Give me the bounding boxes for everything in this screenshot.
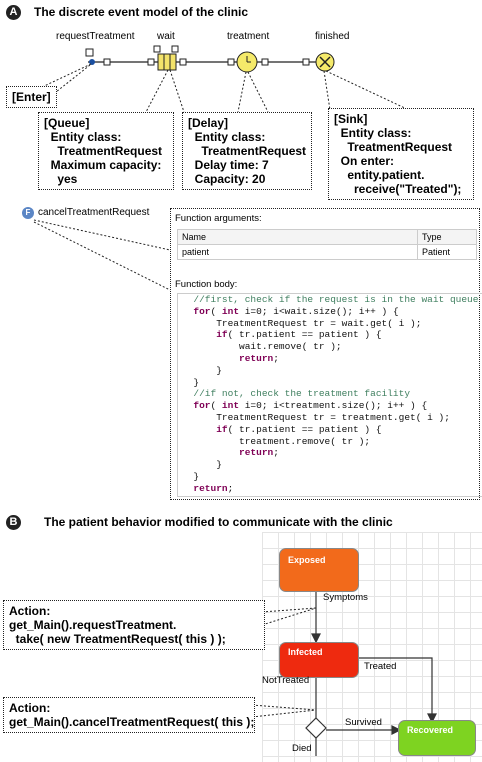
action-cancel-treatment: Action: get_Main().cancelTreatmentReques… (3, 697, 255, 733)
function-editor-panel: Function arguments: Name Type patient Pa… (170, 208, 482, 500)
sink-block (302, 52, 335, 72)
state-recovered[interactable]: Recovered (398, 720, 476, 756)
delay-block (227, 51, 269, 73)
action-request-treatment: Action: get_Main().requestTreatment. tak… (3, 600, 265, 650)
state-infected-label: Infected (288, 647, 323, 657)
arg-name-cell[interactable]: patient (177, 244, 418, 260)
transition-died[interactable]: Died (292, 743, 312, 754)
wait-label: wait (157, 31, 175, 42)
delay-callout: [Delay] Entity class: TreatmentRequest D… (182, 112, 312, 190)
transition-symptoms[interactable]: Symptoms (323, 592, 368, 603)
arg-type-cell[interactable]: Patient (417, 244, 477, 260)
queue-callout: [Queue] Entity class: TreatmentRequest M… (38, 112, 174, 190)
enter-callout: [Enter] (6, 86, 57, 108)
transition-treated[interactable]: Treated (364, 661, 396, 672)
transition-survived[interactable]: Survived (345, 717, 382, 728)
sink-callout: [Sink] Entity class: TreatmentRequest On… (328, 108, 474, 200)
state-recovered-label: Recovered (407, 725, 454, 735)
function-body-code[interactable]: //first, check if the request is in the … (177, 293, 482, 497)
function-args-label: Function arguments: (175, 213, 262, 224)
function-body-label: Function body: (175, 279, 238, 290)
col-type-header: Type (417, 229, 477, 245)
state-infected[interactable]: Infected (279, 642, 359, 678)
function-args-table: Name Type patient Patient (177, 229, 477, 260)
state-exposed[interactable]: Exposed (279, 548, 359, 592)
finished-label: finished (315, 31, 350, 42)
state-exposed-label: Exposed (288, 555, 326, 565)
section-b-badge: B (6, 515, 21, 530)
transition-not-treated[interactable]: NotTreated (262, 675, 309, 686)
section-b-title: The patient behavior modified to communi… (44, 515, 393, 529)
queue-block (147, 45, 187, 71)
treatment-label: treatment (227, 31, 270, 42)
col-name-header: Name (177, 229, 418, 245)
request-treatment-label: requestTreatment (56, 31, 135, 42)
